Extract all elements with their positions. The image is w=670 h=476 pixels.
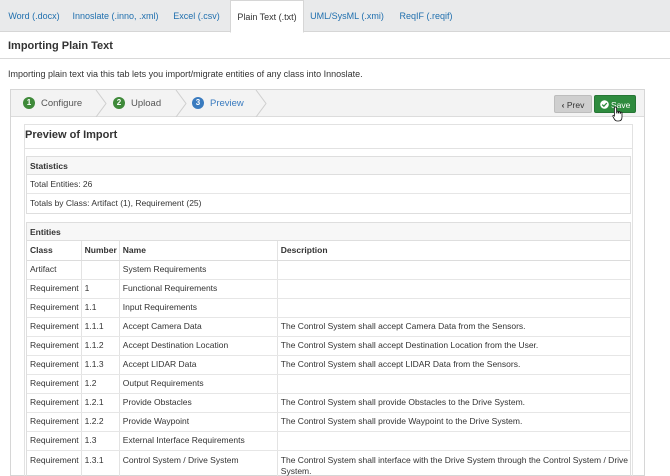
cell-class: Requirement [27,431,82,451]
step-number-badge: 1 [23,97,35,110]
cell-description: The Control System shall interface with … [277,450,630,476]
cell-description [277,374,630,394]
entities-table: Class Number Name Description Artifact Sy… [27,241,630,476]
cell-class: Requirement [27,374,82,394]
divider [24,148,633,149]
table-header-row: Class Number Name Description [27,241,630,261]
tab-excel[interactable]: Excel (.csv) [163,0,230,32]
totals-by-class: Totals by Class: Artifact (1), Requireme… [30,198,202,208]
cell-name: Provide Waypoint [119,412,278,432]
entities-box: Entities Class Number Name Description A… [26,222,631,476]
cell-description: The Control System shall accept LIDAR Da… [277,355,630,375]
cell-name: Input Requirements [119,298,278,318]
table-row: Requirement 1 Functional Requirements [27,279,630,299]
cell-class: Requirement [27,279,82,299]
tab-word[interactable]: Word (.docx) [0,0,68,32]
cell-description: The Control System shall provide Waypoin… [277,412,630,432]
cell-number: 1.3.1 [81,450,120,476]
table-row: Requirement 1.1.3 Accept LIDAR Data The Con… [27,355,630,375]
table-row: Requirement 1.1.1 Accept Camera Data The Co… [27,317,630,337]
cell-class: Requirement [27,336,82,356]
step-preview[interactable]: 3 Preview [192,90,244,117]
cell-description: The Control System shall accept Destinat… [277,336,630,356]
intro-text: Importing plain text via this tab lets y… [8,69,363,79]
column-header-number: Number [81,241,120,261]
column-header-name: Name [119,241,278,261]
table-row: Requirement 1.1.2 Accept Destination Locat… [27,336,630,356]
entities-heading: Entities [27,223,630,241]
column-header-description: Description [277,241,630,261]
step-upload[interactable]: 2 Upload [113,90,161,117]
preview-title: Preview of Import [25,129,118,141]
wizard-step-bar: 1 Configure 2 Upload 3 Preview ‹ Prev Save [11,90,644,117]
step-label: Preview [210,98,244,109]
table-row: Requirement 1.2.1 Provide Obstacles The Con… [27,393,630,413]
cell-number: 1.2.1 [81,393,120,413]
total-entities: Total Entities: 26 [27,175,630,194]
cell-name: Functional Requirements [119,279,278,299]
cell-class: Requirement [27,298,82,318]
prev-label: Prev [566,100,585,110]
prev-button[interactable]: ‹ Prev [554,95,592,113]
cell-number: 1.1.3 [81,355,120,375]
tab-innoslate[interactable]: Innoslate (.inno, .xml) [68,0,163,32]
table-row: Requirement 1.1 Input Requirements [27,298,630,318]
cell-class: Requirement [27,355,82,375]
table-row: Requirement 1.3 External Interface Require… [27,431,630,451]
tab-uml-sysml[interactable]: UML/SysML (.xmi) [304,0,390,32]
cell-name: Control System / Drive System [119,450,278,476]
cell-description: The Control System shall provide Obstacl… [277,393,630,413]
cell-name: Accept LIDAR Data [119,355,278,375]
cell-name: External Interface Requirements [119,431,278,451]
cell-number: 1 [81,279,120,299]
tab-reqif[interactable]: ReqIF (.reqif) [390,0,462,32]
cell-number: 1.1.2 [81,336,120,356]
table-row: Requirement 1.3.1 Control System / Drive S… [27,450,630,476]
table-row: Requirement 1.2 Output Requirements [27,374,630,394]
chevron-right-icon [175,90,187,117]
step-number-badge: 2 [113,97,125,110]
cell-number: 1.2.2 [81,412,120,432]
cell-description [277,279,630,299]
cell-name: Output Requirements [119,374,278,394]
divider [0,58,670,59]
cell-number: 1.3 [81,431,120,451]
import-wizard: 1 Configure 2 Upload 3 Preview ‹ Prev Save … [10,89,645,476]
cell-name: Accept Destination Location [119,336,278,356]
column-header-class: Class [27,241,82,261]
step-label: Upload [131,98,162,109]
step-number-badge: 3 [192,97,204,110]
cell-description [277,260,630,280]
statistics-heading: Statistics [27,157,630,175]
cell-name: Provide Obstacles [119,393,278,413]
chevron-left-icon: ‹ [561,100,565,110]
cell-number: 1.2 [81,374,120,394]
check-circle-icon [599,100,609,109]
cell-class: Requirement [27,412,82,432]
chevron-right-icon [95,90,107,117]
cell-description: The Control System shall accept Camera D… [277,317,630,337]
cell-description [277,298,630,318]
cell-name: System Requirements [119,260,278,280]
cell-number: 1.1.1 [81,317,120,337]
step-configure[interactable]: 1 Configure [23,90,82,117]
step-label: Configure [41,98,83,109]
cell-number: 1.1 [81,298,120,318]
page-title: Importing Plain Text [8,40,113,52]
statistics-box: Statistics Total Entities: 26 Totals by … [26,156,631,214]
cell-description [277,431,630,451]
chevron-right-icon [255,90,267,117]
table-row: Requirement 1.2.2 Provide Waypoint The Cont… [27,412,630,432]
tab-plain-text[interactable]: Plain Text (.txt) [230,0,304,33]
hand-pointer-icon [612,106,623,122]
import-tabs: Word (.docx) Innoslate (.inno, .xml) Exc… [0,0,670,33]
cell-name: Accept Camera Data [119,317,278,337]
cell-class: Requirement [27,317,82,337]
cell-class: Artifact [27,260,82,280]
table-row: Artifact System Requirements [27,260,630,280]
cell-number [81,260,120,280]
cell-class: Requirement [27,450,82,476]
cell-class: Requirement [27,393,82,413]
